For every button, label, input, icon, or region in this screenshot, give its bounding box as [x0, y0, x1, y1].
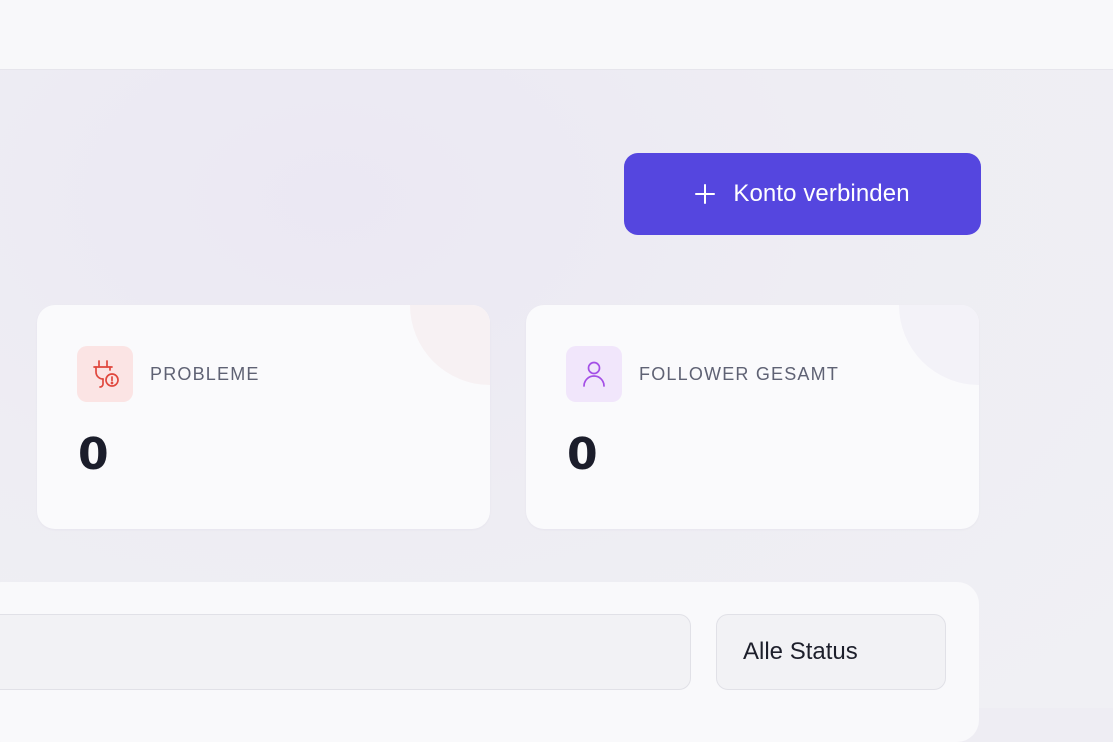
status-filter-value: Alle Status — [743, 638, 858, 665]
search-input[interactable] — [0, 614, 691, 690]
connect-account-label: Konto verbinden — [733, 180, 910, 207]
plug-warning-icon — [77, 346, 133, 402]
status-filter-select[interactable]: Alle Status — [716, 614, 946, 690]
user-icon — [566, 346, 622, 402]
stat-value: 0 — [567, 429, 598, 480]
stat-card-problems: PROBLEME 0 — [37, 305, 490, 529]
stat-card-followers: FOLLOWER GESAMT 0 — [526, 305, 979, 529]
connect-account-button[interactable]: Konto verbinden — [624, 153, 981, 235]
stat-value: 0 — [78, 429, 109, 480]
stat-label: PROBLEME — [150, 364, 260, 384]
card-decoration — [410, 305, 490, 385]
stat-label: FOLLOWER GESAMT — [639, 364, 840, 384]
card-decoration — [899, 305, 979, 385]
plus-icon — [695, 184, 716, 204]
top-bar — [0, 0, 1113, 70]
